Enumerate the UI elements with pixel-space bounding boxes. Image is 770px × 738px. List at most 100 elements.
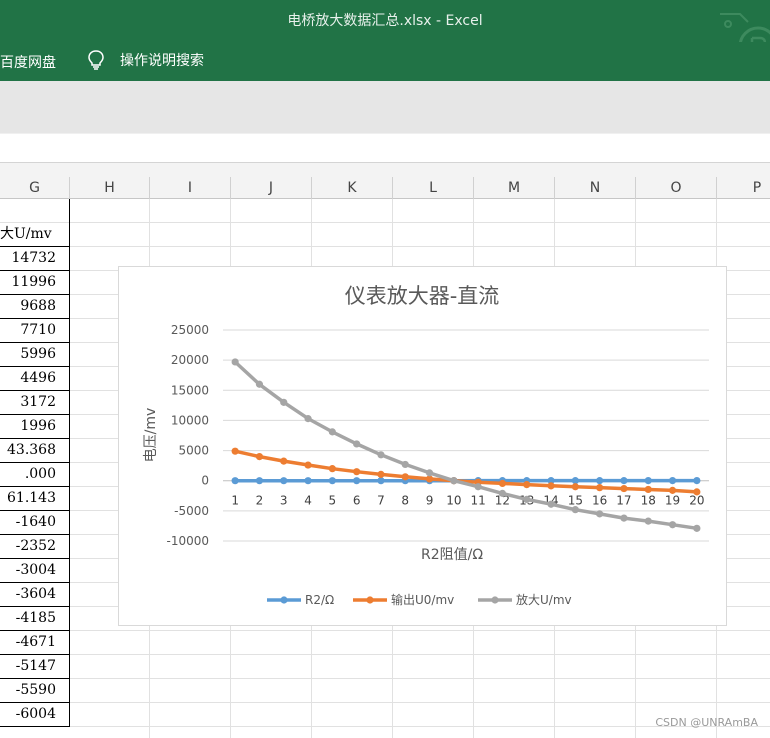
- series-point: [620, 477, 628, 485]
- series-point: [596, 510, 604, 518]
- cell-g[interactable]: -3604: [0, 583, 70, 607]
- cell-g[interactable]: -2352: [0, 535, 70, 559]
- series-point: [231, 358, 239, 366]
- cell-g[interactable]: 3172: [0, 391, 70, 415]
- x-tick-label: 20: [689, 494, 704, 508]
- col-header-i[interactable]: I: [150, 177, 231, 199]
- series-point: [231, 447, 239, 455]
- formula-bar[interactable]: [0, 133, 770, 163]
- x-tick-label: 1: [231, 494, 239, 508]
- series-point: [693, 488, 701, 496]
- line-chart[interactable]: 仪表放大器-直流 25000 20000 15000 10000 5000 0 -5000 -…: [118, 266, 727, 626]
- cell-g[interactable]: 7710: [0, 319, 70, 343]
- series-point: [523, 495, 531, 504]
- grid-row: [0, 223, 770, 247]
- col-header-g[interactable]: G: [0, 177, 70, 199]
- x-tick-label: 10: [446, 494, 461, 508]
- col-header-n[interactable]: N: [555, 177, 636, 199]
- series-point: [304, 461, 312, 469]
- cell-g[interactable]: .000: [0, 463, 70, 487]
- series-point: [231, 477, 239, 485]
- x-tick-label: 7: [377, 494, 385, 508]
- x-tick-label: 17: [616, 494, 631, 508]
- col-header-p[interactable]: P: [717, 177, 770, 199]
- cell-g[interactable]: -5590: [0, 679, 70, 703]
- cell-g[interactable]: -4185: [0, 607, 70, 631]
- x-tick-label: 11: [471, 494, 486, 508]
- y-tick-label: 15000: [171, 383, 209, 397]
- legend-marker: [491, 596, 499, 604]
- legend-label: R2/Ω: [305, 593, 334, 607]
- x-tick-label: 9: [426, 494, 434, 508]
- y-tick-label: 0: [201, 474, 209, 488]
- cell-g[interactable]: 11996: [0, 271, 70, 295]
- series-point: [280, 457, 288, 465]
- series-point: [498, 479, 507, 488]
- col-header-k[interactable]: K: [312, 177, 393, 199]
- cell-g[interactable]: 5996: [0, 343, 70, 367]
- col-header-h[interactable]: H: [70, 177, 150, 199]
- series-point: [596, 484, 604, 492]
- x-tick-label: 6: [353, 494, 361, 508]
- legend-label: 放大U/mv: [516, 592, 572, 607]
- grid-row: [0, 655, 770, 679]
- col-header-o[interactable]: O: [636, 177, 717, 199]
- series-point: [377, 470, 385, 478]
- y-axis-ticks: 25000 20000 15000 10000 5000 0 -5000 -10000: [166, 323, 209, 548]
- x-tick-label: 4: [304, 494, 312, 508]
- series-point: [328, 428, 336, 436]
- window-title: 电桥放大数据汇总.xlsx - Excel: [287, 13, 483, 29]
- col-header-j[interactable]: J: [231, 177, 312, 199]
- series-point: [401, 473, 409, 481]
- series-point: [620, 514, 628, 522]
- series-point: [304, 415, 312, 423]
- series-point: [353, 477, 361, 485]
- cell-g[interactable]: 61.143: [0, 487, 70, 511]
- series-line: [234, 449, 698, 494]
- series-point: [523, 481, 531, 489]
- series-point: [644, 517, 652, 525]
- x-axis-label: R2阻值/Ω: [421, 547, 483, 563]
- lightbulb-icon: [88, 50, 104, 70]
- cell-g[interactable]: 43.368: [0, 439, 70, 463]
- cell-g[interactable]: 9688: [0, 295, 70, 319]
- series-point: [668, 486, 677, 494]
- y-tick-label: 10000: [171, 413, 209, 427]
- series-point: [280, 477, 288, 485]
- cell-g[interactable]: -5147: [0, 655, 70, 679]
- x-tick-label: 15: [568, 494, 583, 508]
- series-point: [547, 500, 555, 508]
- series-point: [693, 524, 701, 532]
- series-point: [353, 468, 361, 476]
- series-point: [571, 506, 579, 514]
- cell-g[interactable]: -3004: [0, 559, 70, 583]
- watermark-text: CSDN @UNRAmBA: [655, 716, 758, 729]
- series-point: [571, 483, 579, 491]
- cell-g[interactable]: -1640: [0, 511, 70, 535]
- grid-row: [0, 679, 770, 703]
- ribbon-tab-row: 百度网盘 操作说明搜索: [0, 42, 770, 81]
- cell-g[interactable]: 1996: [0, 415, 70, 439]
- series-point: [377, 451, 385, 459]
- ribbon-body: [0, 81, 770, 133]
- legend-label: 输出U0/mv: [391, 592, 454, 607]
- series-point: [644, 477, 652, 485]
- cell-g[interactable]: 14732: [0, 247, 70, 271]
- x-tick-label: 8: [401, 494, 409, 508]
- series-point: [255, 380, 264, 388]
- tab-baidu-netdisk[interactable]: 百度网盘: [0, 52, 56, 72]
- tell-me-search[interactable]: 操作说明搜索: [86, 49, 204, 71]
- y-tick-label: -5000: [174, 504, 209, 518]
- series-point: [498, 489, 507, 497]
- cell-g-header[interactable]: 大U/mv: [0, 223, 70, 247]
- column-headers: G H I J K L M N O P: [0, 177, 770, 199]
- cell-g[interactable]: -6004: [0, 703, 70, 727]
- x-tick-label: 19: [665, 494, 680, 508]
- legend-marker: [366, 596, 374, 604]
- series-point: [280, 398, 288, 406]
- x-tick-label: 2: [256, 494, 264, 508]
- cell-g[interactable]: 4496: [0, 367, 70, 391]
- col-header-l[interactable]: L: [393, 177, 474, 199]
- cell-g[interactable]: -4671: [0, 631, 70, 655]
- col-header-m[interactable]: M: [474, 177, 555, 199]
